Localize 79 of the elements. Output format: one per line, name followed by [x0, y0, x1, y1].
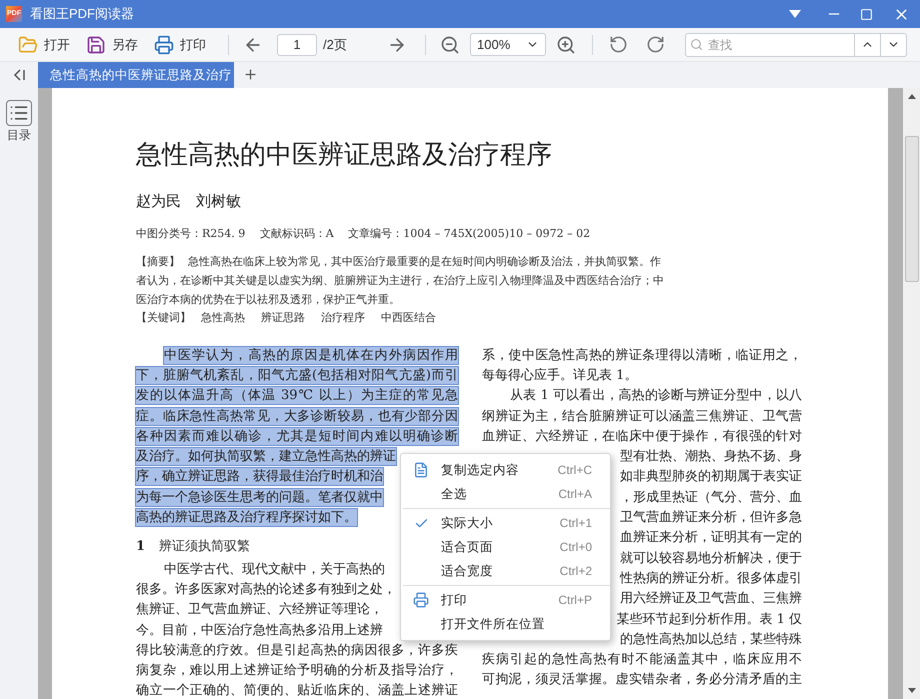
text-line: 中医学古代、现代文献中，关于高热的 [164, 560, 385, 578]
collapse-panel-icon[interactable] [12, 68, 26, 82]
rotate-left-icon[interactable] [609, 35, 628, 54]
document-tab[interactable]: 急性高热的中医辨证思路及治疗 [38, 62, 234, 88]
shortcut-label: Ctrl+A [558, 486, 592, 503]
keyword: 辨证思路 [261, 310, 305, 326]
text-line: 得比较满意的疗效。但是引起高热的病因很多，许多疾 [136, 642, 458, 659]
printer-icon [154, 34, 174, 54]
sidebar-label[interactable]: 目录 [7, 126, 31, 144]
text-line: 就可以较容易地分析解决，便于 [620, 550, 802, 567]
text-line: 血辨证、六经辨证，在临床中便于操作，有很强的针对 [482, 428, 802, 445]
scrollbar-thumb[interactable] [904, 136, 918, 282]
text-line: 卫气营血辨证来分析，但许多急 [620, 509, 802, 526]
abstract-line: 医治疗本病的优势在于以祛邪及透邪，保护正气并重。 [136, 292, 401, 308]
maximize-icon[interactable] [860, 8, 873, 20]
toolbar-button[interactable]: 打开 [18, 34, 70, 54]
menu-item[interactable]: 适合宽度 Ctrl+2 [401, 559, 610, 583]
scroll-up-icon[interactable] [908, 94, 916, 99]
text-line: 很多。许多医家对高热的论述多有独到之处， [136, 580, 396, 598]
text-line: 病复杂，难以用上述辨证给予明确的分析及指导治疗， [136, 662, 458, 680]
text-line: 性热病的辨证分析。很多体虚引 [620, 570, 802, 587]
authors: 赵为民 刘树敏 [136, 191, 242, 212]
text-line: 每每得心应手。详见表 1。 [482, 366, 638, 384]
menu-item[interactable]: 全选 Ctrl+A [401, 482, 610, 506]
window-title: 看图王PDF阅读器 [30, 5, 134, 24]
keyword: 中西医结合 [381, 310, 436, 326]
toolbar-button[interactable]: 打印 [154, 34, 206, 54]
keyword: 治疗程序 [321, 310, 365, 326]
text-line: 的急性高热加以总结，某些特殊 [620, 630, 802, 648]
text-line: 疾病引起的急性高热有时不能涵盖其中，临床应用不 [482, 651, 802, 668]
table-of-contents-icon[interactable] [6, 100, 32, 126]
dropdown-triangle-icon[interactable] [788, 9, 802, 19]
printer-icon [413, 592, 429, 608]
toolbar-button[interactable]: 另存 [86, 34, 138, 54]
shortcut-label: Ctrl+1 [560, 515, 592, 532]
text-line: 焦辨证、卫气营血辨证、六经辨证等理论， [136, 601, 383, 618]
search-field[interactable]: 查找 [685, 32, 855, 56]
shortcut-label: Ctrl+2 [560, 563, 592, 580]
abstract-label: 【摘要】 [136, 254, 180, 270]
zoom-out-icon[interactable] [440, 34, 460, 54]
text-line: ，形成里热证（气分、营分、血 [620, 488, 802, 506]
text-line: 可拘泥，须灵活掌握。虚实错杂者，务必分清矛盾的主 [482, 671, 802, 688]
text-line: 某些环节起到分析作用。表 1 仅 [616, 610, 802, 628]
text-line: 血辨证来分析，证明其有一定的 [620, 529, 802, 546]
text-line: 确立一个正确的、简便的、贴近临床的、涵盖上述辨证 [136, 682, 458, 699]
menu-item[interactable]: 打印 Ctrl+P [401, 588, 610, 612]
text-line: 从表 1 可以看出，高热的诊断与辨证分型中，以八 [510, 387, 802, 404]
menu-item[interactable]: 适合页面 Ctrl+0 [401, 535, 610, 559]
text-line: 用六经辨证及卫气营血、三焦辨 [620, 590, 802, 608]
search-icon [690, 38, 703, 50]
text-line: 纲辨证为主，结合脏腑辨证可以涵盖三焦辨证、卫气营 [482, 408, 802, 425]
abstract-line: 者认为，在诊断中其关键是以虚实为纲、脏腑辨证为主进行，在治疗上应引入物理降温及中西医结合治疗；中 [136, 273, 665, 289]
shortcut-label: Ctrl+0 [560, 539, 592, 556]
text-line: 如非典型肺炎的初期属于表实证 [620, 468, 802, 486]
zoom-in-icon[interactable] [556, 34, 576, 54]
text-line: 系，使中医急性高热的辨证条理得以清晰，临证用之， [482, 346, 802, 364]
abstract-line: 急性高热在临床上较为常见，其中医治疗最重要的是在短时间内明确诊断及治法，并执简驭繁。作 [188, 254, 661, 270]
zoom-dropdown[interactable]: 100% [470, 33, 546, 56]
shortcut-label: Ctrl+C [558, 462, 592, 479]
new-tab-icon[interactable] [243, 67, 258, 82]
scrollbar[interactable] [903, 88, 920, 699]
text-line: 型有壮热、潮热、身热不扬、身 [620, 448, 802, 466]
page-input[interactable]: 1 [277, 34, 317, 56]
classification-line: 中图分类号：R254. 9 文献标识码：A 文章编号：1004 – 745X(2005)10 – 0972 – 02 [136, 226, 592, 242]
scroll-down-icon[interactable] [908, 688, 916, 693]
shortcut-label: Ctrl+P [558, 592, 592, 609]
page-total: /2页 [323, 36, 348, 54]
document-icon [413, 462, 429, 478]
text-line: 今。目前，中医治疗急性高热多沿用上述辨 [136, 622, 383, 638]
section-heading: 辨证须执简驭繁 [159, 538, 250, 556]
menu-item[interactable]: 复制选定内容 Ctrl+C [401, 458, 610, 482]
folder-icon [18, 34, 38, 54]
keyword: 急性高热 [201, 310, 245, 326]
document-title: 急性高热的中医辨证思路及治疗程序 [136, 139, 553, 172]
menu-item[interactable]: 实际大小 Ctrl+1 [401, 511, 610, 535]
section-number: 1 [136, 538, 146, 556]
keywords-label: 【关键词】 [136, 310, 191, 326]
menu-item[interactable]: 打开文件所在位置 [401, 612, 610, 636]
rotate-right-icon[interactable] [646, 35, 665, 54]
